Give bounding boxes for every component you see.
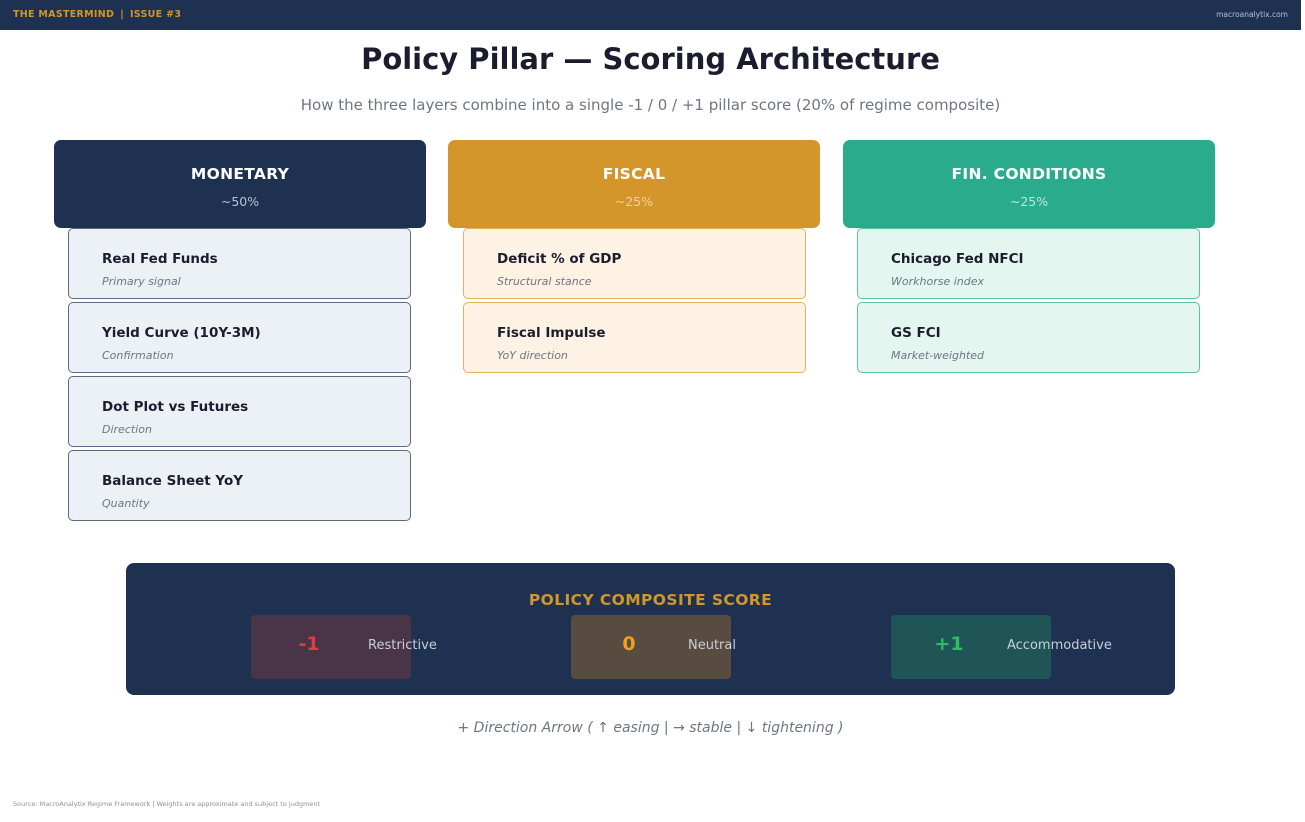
pillar-name: FIN. CONDITIONS xyxy=(951,165,1107,183)
card-balance-sheet: Balance Sheet YoY Quantity xyxy=(68,450,411,521)
card-title: Chicago Fed NFCI xyxy=(891,251,1024,267)
card-yield-curve: Yield Curve (10Y-3M) Confirmation xyxy=(68,302,411,373)
card-title: GS FCI xyxy=(891,325,941,341)
pillar-weight: ~25% xyxy=(1009,194,1049,209)
card-subtitle: Market-weighted xyxy=(891,349,985,362)
card-subtitle: Primary signal xyxy=(102,275,181,288)
site-url[interactable]: macroanalytix.com xyxy=(1216,10,1288,19)
pillar-header-monetary: MONETARY ~50% xyxy=(54,140,426,228)
pillar-name: MONETARY xyxy=(190,165,290,183)
composite-panel: POLICY COMPOSITE SCORE -1 Restrictive 0 … xyxy=(126,563,1175,695)
card-deficit-gdp: Deficit % of GDP Structural stance xyxy=(463,228,806,299)
score-value-restrictive: -1 xyxy=(298,633,320,655)
card-real-fed-funds: Real Fed Funds Primary signal xyxy=(68,228,411,299)
pillar-weight: ~50% xyxy=(220,194,260,209)
pillar-header-fiscal: FISCAL ~25% xyxy=(448,140,820,228)
score-value-accommodative: +1 xyxy=(934,633,964,655)
card-gs-fci: GS FCI Market-weighted xyxy=(857,302,1200,373)
card-fiscal-impulse: Fiscal Impulse YoY direction xyxy=(463,302,806,373)
source-footer: Source: MacroAnalytix Regime Framework |… xyxy=(13,800,321,808)
score-value-neutral: 0 xyxy=(622,633,636,655)
page-title: Policy Pillar — Scoring Architecture xyxy=(361,42,940,76)
card-title: Balance Sheet YoY xyxy=(102,473,243,489)
card-subtitle: Direction xyxy=(102,423,152,436)
score-label-neutral: Neutral xyxy=(688,638,736,653)
card-subtitle: Confirmation xyxy=(102,349,174,362)
score-label-accommodative: Accommodative xyxy=(1007,638,1112,653)
page-subtitle: How the three layers combine into a sing… xyxy=(300,96,1001,114)
card-subtitle: Structural stance xyxy=(497,275,592,288)
direction-arrow-note: + Direction Arrow ( ↑ easing | → stable … xyxy=(457,720,844,736)
brand-name: THE MASTERMIND xyxy=(13,9,115,20)
card-dot-plot: Dot Plot vs Futures Direction xyxy=(68,376,411,447)
brand-issue: THE MASTERMIND | ISSUE #3 xyxy=(13,9,181,20)
card-title: Yield Curve (10Y-3M) xyxy=(102,325,261,341)
top-bar: THE MASTERMIND | ISSUE #3 macroanalytix.co… xyxy=(0,0,1301,30)
card-subtitle: YoY direction xyxy=(497,349,568,362)
card-title: Dot Plot vs Futures xyxy=(102,399,249,415)
composite-title: POLICY COMPOSITE SCORE xyxy=(528,591,773,609)
card-title: Fiscal Impulse xyxy=(497,325,606,341)
card-subtitle: Workhorse index xyxy=(891,275,985,288)
pillar-weight: ~25% xyxy=(614,194,654,209)
score-label-restrictive: Restrictive xyxy=(368,638,437,653)
pillar-header-fin-conditions: FIN. CONDITIONS ~25% xyxy=(843,140,1215,228)
brand-separator: | xyxy=(120,9,124,20)
card-title: Deficit % of GDP xyxy=(497,251,622,267)
card-subtitle: Quantity xyxy=(102,497,150,510)
issue-number: ISSUE #3 xyxy=(129,9,182,20)
pillar-name: FISCAL xyxy=(602,165,666,183)
card-chicago-fed-nfci: Chicago Fed NFCI Workhorse index xyxy=(857,228,1200,299)
card-title: Real Fed Funds xyxy=(102,251,218,267)
